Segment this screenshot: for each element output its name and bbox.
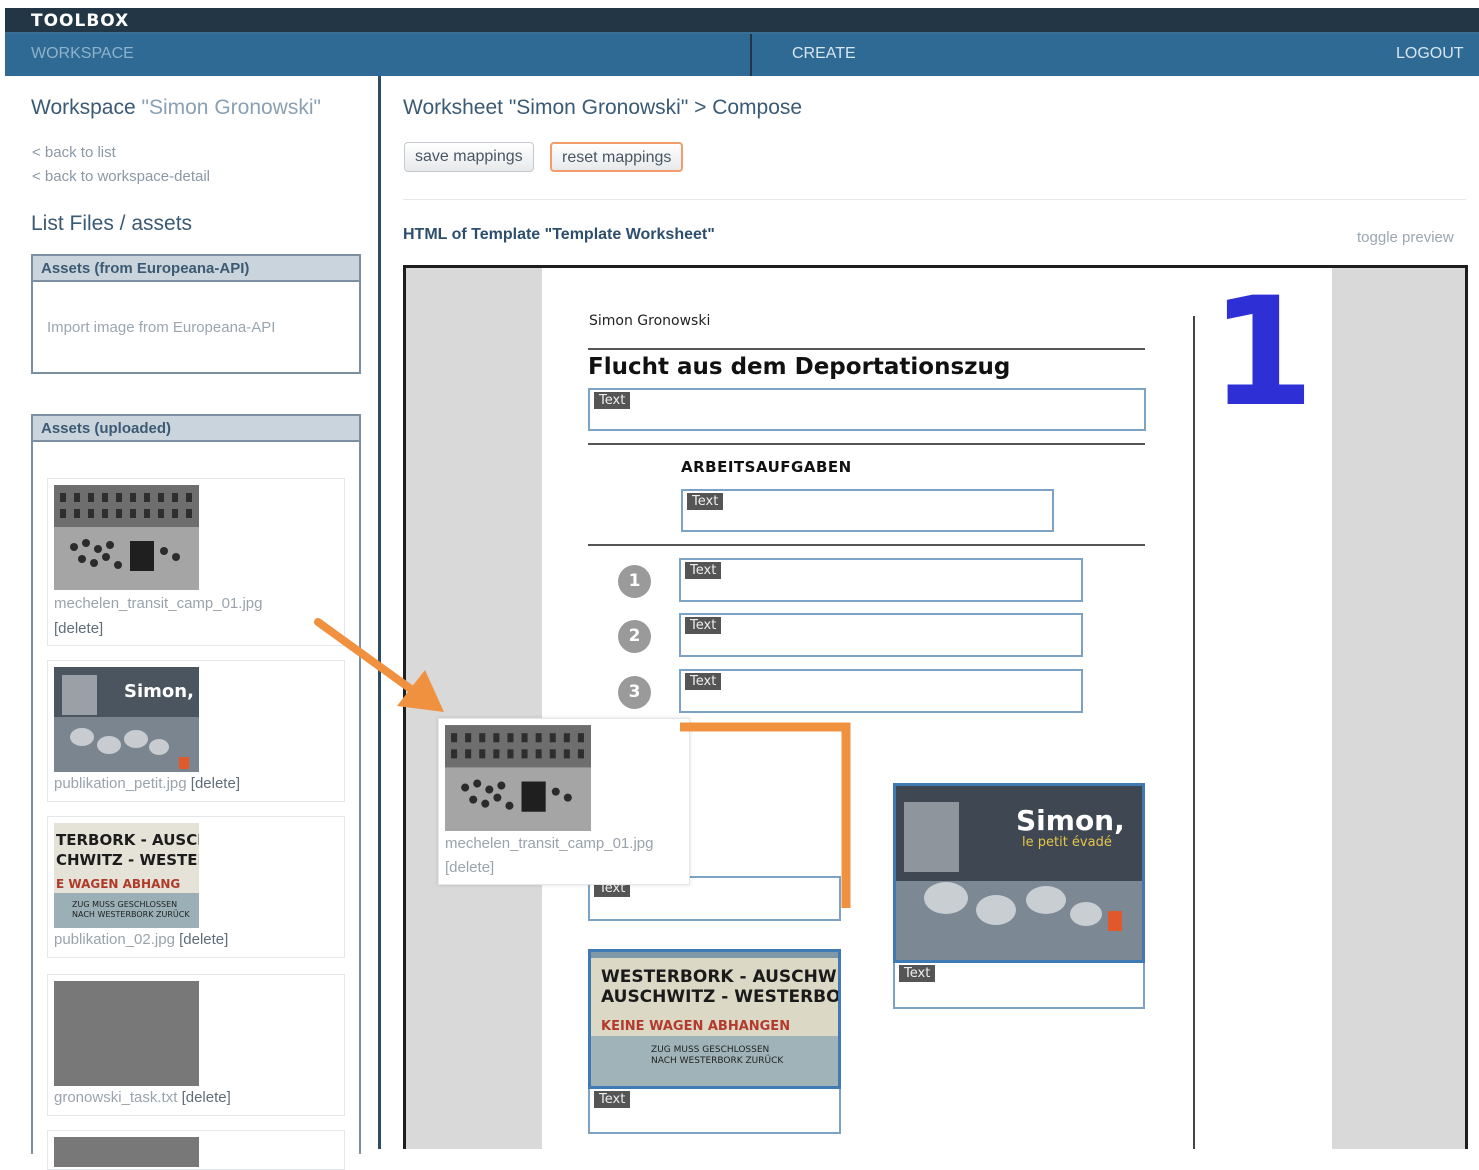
number-circle-icon: 3 [618, 676, 651, 709]
rule [588, 348, 1145, 350]
svg-text:E WAGEN ABHANG: E WAGEN ABHANG [56, 877, 180, 891]
workspace-title: Workspace "Simon Gronowski" [31, 96, 321, 120]
text-tag: Text [594, 1091, 631, 1108]
asset-thumbnail-text-file[interactable] [54, 981, 199, 1086]
text-drop-zone[interactable]: Text [679, 558, 1083, 602]
text-tag: Text [685, 617, 722, 634]
europeana-assets-panel: Assets (from Europeana-API) Import image… [31, 254, 361, 374]
svg-text:ZUG MUSS GESCHLOSSEN: ZUG MUSS GESCHLOSSEN [72, 900, 177, 909]
svg-text:TERBORK - AUSCHWI: TERBORK - AUSCHWI [56, 831, 199, 849]
rule [588, 443, 1145, 445]
asset-thumbnail-petit[interactable]: Simon, [54, 667, 199, 772]
poster-line-5: NACH WESTERBORK ZURÜCK [651, 1055, 784, 1066]
text-drop-zone[interactable]: Text [679, 613, 1083, 657]
asset-delete-link[interactable]: [delete] [182, 1089, 231, 1106]
toggle-preview-link[interactable]: toggle preview [1357, 229, 1454, 246]
nav-divider [750, 34, 752, 76]
text-tag: Text [685, 673, 722, 690]
number-circle-icon: 1 [618, 565, 651, 598]
tasks-heading: ARBEITSAUFGABEN [681, 458, 852, 476]
divider [403, 199, 1466, 200]
asset-filename: publikation_02.jpg [54, 931, 175, 948]
text-drop-zone[interactable]: Text [681, 489, 1054, 532]
back-to-workspace-detail-link[interactable]: < back to workspace-detail [32, 168, 210, 185]
template-label: HTML of Template "Template Worksheet" [403, 226, 715, 243]
europeana-panel-title: Assets (from Europeana-API) [33, 256, 359, 282]
text-drop-zone[interactable]: Text [588, 1089, 841, 1134]
rule [588, 544, 1145, 546]
text-drop-zone[interactable]: Text [588, 388, 1146, 431]
asset-filename: mechelen_transit_camp_01.jpg [54, 595, 263, 612]
asset-thumbnail-camp[interactable] [54, 485, 199, 590]
asset-item[interactable]: Simon, publikation_petit.jpg [delete] [47, 660, 345, 802]
worksheet-page: Simon Gronowski Flucht aus dem Deportati… [542, 268, 1332, 1149]
page-number: 1 [1210, 266, 1315, 440]
back-to-list-link[interactable]: < back to list [32, 144, 116, 161]
poster-line-4: ZUG MUSS GESCHLOSSEN [651, 1045, 769, 1055]
asset-thumbnail[interactable] [54, 1137, 199, 1167]
asset-delete-link[interactable]: [delete] [179, 931, 228, 948]
asset-item[interactable]: gronowski_task.txt [delete] [47, 974, 345, 1116]
text-tag: Text [685, 562, 722, 579]
nav-workspace-link[interactable]: WORKSPACE [31, 45, 134, 63]
book-title: Simon, [1016, 804, 1125, 837]
worksheet-image-poster[interactable]: WESTERBORK - AUSCHWITZ AUSCHWITZ - WESTE… [588, 949, 841, 1089]
asset-filename-row: publikation_02.jpg [delete] [54, 931, 228, 948]
import-europeana-link[interactable]: Import image from Europeana-API [47, 319, 275, 336]
template-preview-frame: Simon Gronowski Flucht aus dem Deportati… [403, 265, 1468, 1149]
asset-filename: gronowski_task.txt [54, 1089, 178, 1106]
asset-thumbnail-poster[interactable]: TERBORK - AUSCHWI CHWITZ - WESTERBO E WA… [54, 823, 199, 928]
worksheet-heading: Flucht aus dem Deportationszug [588, 354, 1011, 380]
sidebar: Workspace "Simon Gronowski" < back to li… [5, 76, 381, 1170]
text-tag: Text [687, 493, 724, 510]
poster-line-2: AUSCHWITZ - WESTERBORK [601, 987, 838, 1007]
asset-delete-link[interactable]: [delete] [54, 620, 103, 637]
number-circle-icon: 2 [618, 620, 651, 653]
book-subtitle: le petit évadé [1022, 835, 1112, 850]
workspace-name: "Simon Gronowski" [141, 96, 321, 119]
poster-line-1: WESTERBORK - AUSCHWITZ [601, 967, 838, 987]
asset-delete-link[interactable]: [delete] [191, 775, 240, 792]
asset-filename-row: gronowski_task.txt [delete] [54, 1089, 231, 1106]
uploaded-assets-panel: Assets (uploaded) mechelen_transit_camp_… [31, 414, 361, 1170]
dragged-asset-thumbnail[interactable] [445, 725, 591, 831]
uploaded-panel-title: Assets (uploaded) [33, 416, 359, 442]
text-drop-zone[interactable]: Text [679, 669, 1083, 713]
main-nav: WORKSPACE CREATE LOGOUT [5, 34, 1479, 76]
text-tag: Text [899, 965, 936, 982]
dragged-asset[interactable]: mechelen_transit_camp_01.jpg [delete] [438, 718, 690, 885]
app-title: TOOLBOX [31, 11, 130, 31]
dragged-asset-filename: mechelen_transit_camp_01.jpg [445, 835, 654, 852]
asset-item[interactable] [47, 1130, 345, 1170]
vertical-rule [1193, 316, 1195, 1149]
asset-item[interactable]: mechelen_transit_camp_01.jpg [delete] [47, 478, 345, 646]
worksheet-image-book-cover[interactable]: Simon, le petit évadé [893, 783, 1145, 963]
reset-mappings-button[interactable]: reset mappings [550, 142, 684, 172]
list-files-title: List Files / assets [31, 212, 193, 235]
page-title: Worksheet "Simon Gronowski" > Compose [403, 96, 803, 119]
save-mappings-button[interactable]: save mappings [404, 142, 534, 172]
svg-text:NACH WESTERBORK ZURÜCK: NACH WESTERBORK ZURÜCK [72, 909, 190, 919]
text-drop-zone[interactable]: Text [893, 963, 1145, 1009]
poster-line-3: KEINE WAGEN ABHANGEN [601, 1019, 790, 1034]
nav-create-link[interactable]: CREATE [792, 45, 856, 63]
text-tag: Text [594, 392, 631, 409]
toolbox-bar: TOOLBOX [5, 8, 1479, 34]
svg-text:Simon,: Simon, [124, 681, 194, 702]
dragged-asset-delete: [delete] [445, 859, 495, 876]
asset-filename: publikation_petit.jpg [54, 775, 187, 792]
svg-text:CHWITZ - WESTERBO: CHWITZ - WESTERBO [56, 851, 199, 869]
nav-logout-link[interactable]: LOGOUT [1396, 45, 1464, 63]
worksheet-author: Simon Gronowski [589, 313, 711, 329]
asset-filename-row: publikation_petit.jpg [delete] [54, 775, 240, 792]
workspace-label: Workspace [31, 96, 136, 119]
asset-item[interactable]: TERBORK - AUSCHWI CHWITZ - WESTERBO E WA… [47, 816, 345, 958]
